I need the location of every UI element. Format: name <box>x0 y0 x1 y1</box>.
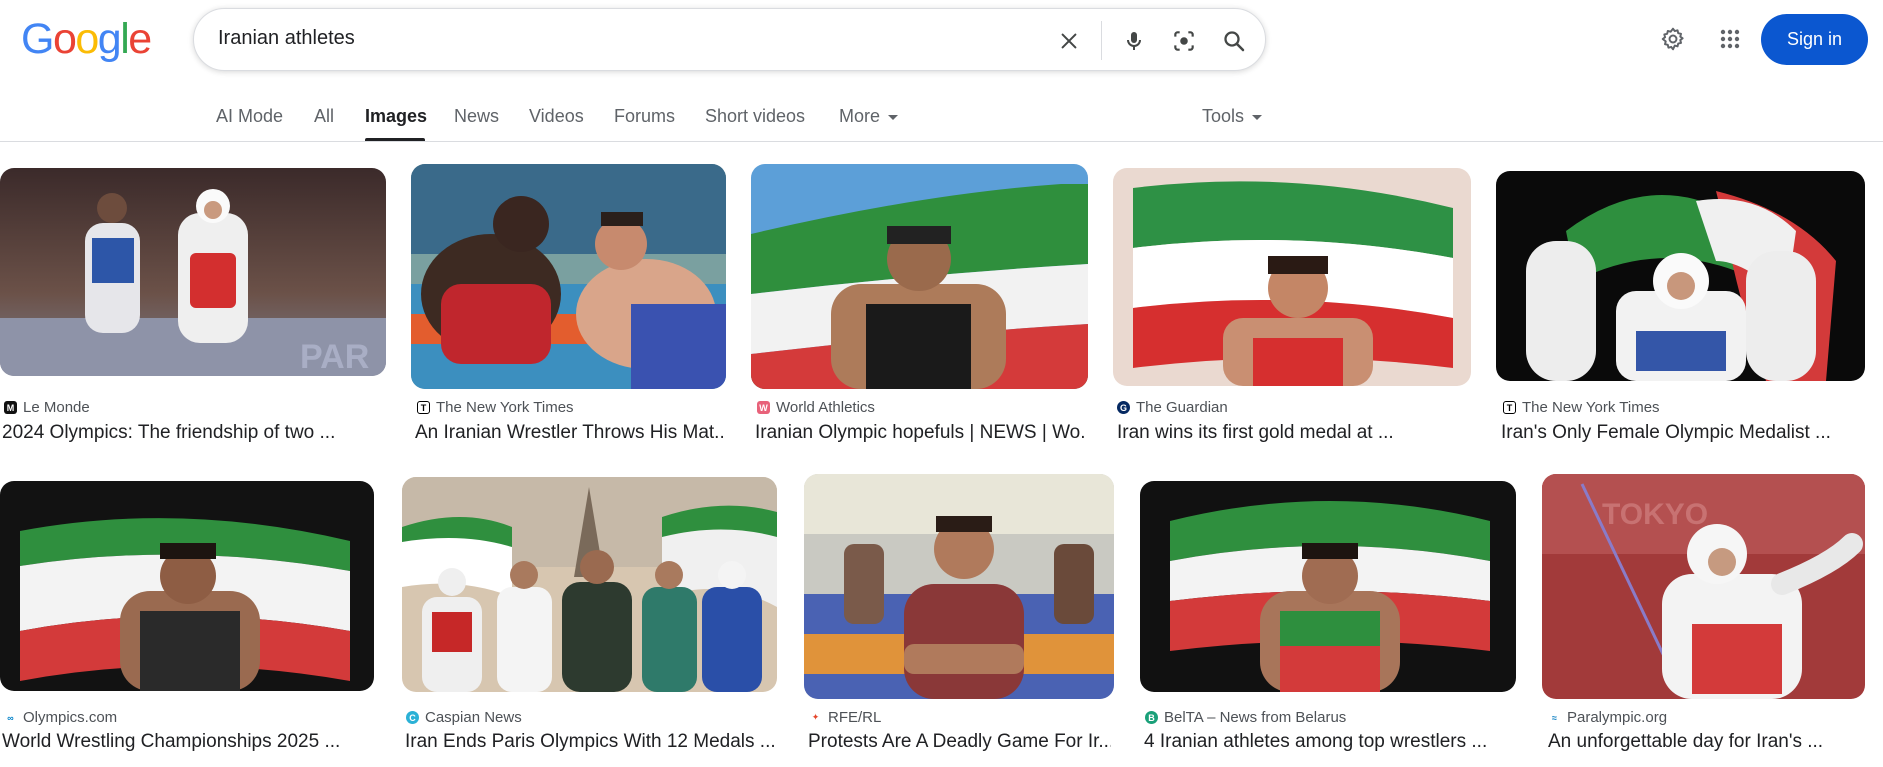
result-source-name: Paralympic.org <box>1567 709 1668 726</box>
athlete-with-flag-image <box>751 164 1088 389</box>
paralympic-favicon: ≈ <box>1548 711 1561 724</box>
result-image[interactable]: TOKYO <box>1542 474 1865 699</box>
javelin-thrower-image: TOKYO <box>1542 474 1865 699</box>
belta-favicon: B <box>1145 711 1158 724</box>
result-image[interactable] <box>1496 171 1865 381</box>
result-source[interactable]: C Caspian News <box>406 709 522 726</box>
voice-search-button[interactable] <box>1116 23 1152 59</box>
google-logo[interactable]: Google <box>21 18 152 61</box>
le-monde-favicon: M <box>4 401 17 414</box>
image-search-button[interactable] <box>1166 23 1202 59</box>
camera-lens-icon <box>1174 31 1194 51</box>
result-source[interactable]: T The New York Times <box>1503 399 1660 416</box>
result-source-name: Le Monde <box>23 399 90 416</box>
result-source-name: Olympics.com <box>23 709 118 726</box>
tab-more[interactable]: More <box>839 106 899 127</box>
tab-forums[interactable]: Forums <box>614 106 675 127</box>
search-box <box>193 8 1266 71</box>
result-source-name: BelTA – News from Belarus <box>1164 709 1347 726</box>
result-title[interactable]: An Iranian Wrestler Throws His Mat... <box>415 422 723 444</box>
sign-in-button[interactable]: Sign in <box>1761 14 1868 65</box>
search-tabs: AI Mode All Images News Videos Forums Sh… <box>0 96 1883 142</box>
wrestler-with-flag-image <box>0 481 374 691</box>
result-source[interactable]: ≈ Paralympic.org <box>1548 709 1667 726</box>
result-image[interactable] <box>751 164 1088 389</box>
result-source[interactable]: ∞ Olympics.com <box>4 709 117 726</box>
result-source-name: The New York Times <box>436 399 574 416</box>
active-tab-indicator <box>365 138 425 141</box>
result-image[interactable] <box>1140 481 1516 692</box>
svg-text:PAR: PAR <box>300 338 369 376</box>
wrestlers-image <box>411 164 726 389</box>
chevron-down-icon <box>1252 114 1263 120</box>
athlete-flag-celebration-image <box>1113 168 1471 386</box>
result-source[interactable]: G The Guardian <box>1117 399 1228 416</box>
result-image[interactable]: PAR <box>0 168 386 376</box>
result-source[interactable]: M Le Monde <box>4 399 90 416</box>
result-title[interactable]: Iran wins its first gold medal at ... <box>1117 422 1467 444</box>
world-athletics-favicon: W <box>757 401 770 414</box>
result-source[interactable]: W World Athletics <box>757 399 875 416</box>
result-source[interactable]: ✦ RFE/RL <box>809 709 881 726</box>
result-title[interactable]: Protests Are A Deadly Game For Ir... <box>808 731 1111 753</box>
wrestler-celebrating-flag-image <box>1140 481 1516 692</box>
result-image[interactable] <box>402 477 777 692</box>
taekwondo-athletes-image: PAR <box>0 168 386 376</box>
settings-button[interactable] <box>1655 21 1691 57</box>
nyt-favicon: T <box>1503 401 1516 414</box>
google-apps-button[interactable] <box>1712 21 1748 57</box>
olympic-team-eiffel-image <box>402 477 777 692</box>
result-source[interactable]: T The New York Times <box>417 399 574 416</box>
microphone-icon <box>1127 32 1141 50</box>
clear-button[interactable] <box>1051 23 1087 59</box>
rferl-favicon: ✦ <box>809 711 822 724</box>
result-title[interactable]: Iran Ends Paris Olympics With 12 Medals … <box>405 731 775 753</box>
chevron-down-icon <box>888 114 899 120</box>
tab-all[interactable]: All <box>314 106 334 127</box>
result-source-name: World Athletics <box>776 399 875 416</box>
female-athlete-flag-image <box>1496 171 1865 381</box>
result-title[interactable]: An unforgettable day for Iran's ... <box>1548 731 1866 753</box>
guardian-favicon: G <box>1117 401 1130 414</box>
olympic-rings-favicon: ∞ <box>4 711 17 724</box>
nyt-favicon: T <box>417 401 430 414</box>
tools-button[interactable]: Tools <box>1202 106 1263 127</box>
tab-videos[interactable]: Videos <box>529 106 584 127</box>
search-icon <box>1224 31 1245 52</box>
result-image[interactable] <box>411 164 726 389</box>
result-title[interactable]: 2024 Olympics: The friendship of two ... <box>2 422 382 444</box>
man-gym-image <box>804 474 1114 699</box>
apps-grid-icon <box>1720 29 1740 49</box>
result-source-name: The New York Times <box>1522 399 1660 416</box>
svg-text:TOKYO: TOKYO <box>1602 498 1708 531</box>
tab-more-label: More <box>839 106 881 126</box>
search-input[interactable] <box>218 27 1018 50</box>
result-image[interactable] <box>804 474 1114 699</box>
search-button[interactable] <box>1216 23 1252 59</box>
result-source-name: RFE/RL <box>828 709 882 726</box>
result-image[interactable] <box>0 481 374 691</box>
close-icon <box>1061 33 1077 49</box>
result-source[interactable]: B BelTA – News from Belarus <box>1145 709 1346 726</box>
result-source-name: The Guardian <box>1136 399 1228 416</box>
tools-label: Tools <box>1202 106 1245 126</box>
tab-images[interactable]: Images <box>365 106 427 127</box>
result-title[interactable]: Iran's Only Female Olympic Medalist ... <box>1501 422 1867 444</box>
result-title[interactable]: 4 Iranian athletes among top wrestlers .… <box>1144 731 1514 753</box>
caspian-news-favicon: C <box>406 711 419 724</box>
result-title[interactable]: World Wrestling Championships 2025 ... <box>2 731 372 753</box>
result-image[interactable] <box>1113 168 1471 386</box>
search-divider <box>1101 21 1102 60</box>
tab-news[interactable]: News <box>454 106 499 127</box>
tab-ai-mode[interactable]: AI Mode <box>216 106 283 127</box>
tab-short-videos[interactable]: Short videos <box>705 106 805 127</box>
gear-icon <box>1661 27 1684 51</box>
result-source-name: Caspian News <box>425 709 522 726</box>
result-title[interactable]: Iranian Olympic hopefuls | NEWS | Wo... <box>755 422 1085 444</box>
